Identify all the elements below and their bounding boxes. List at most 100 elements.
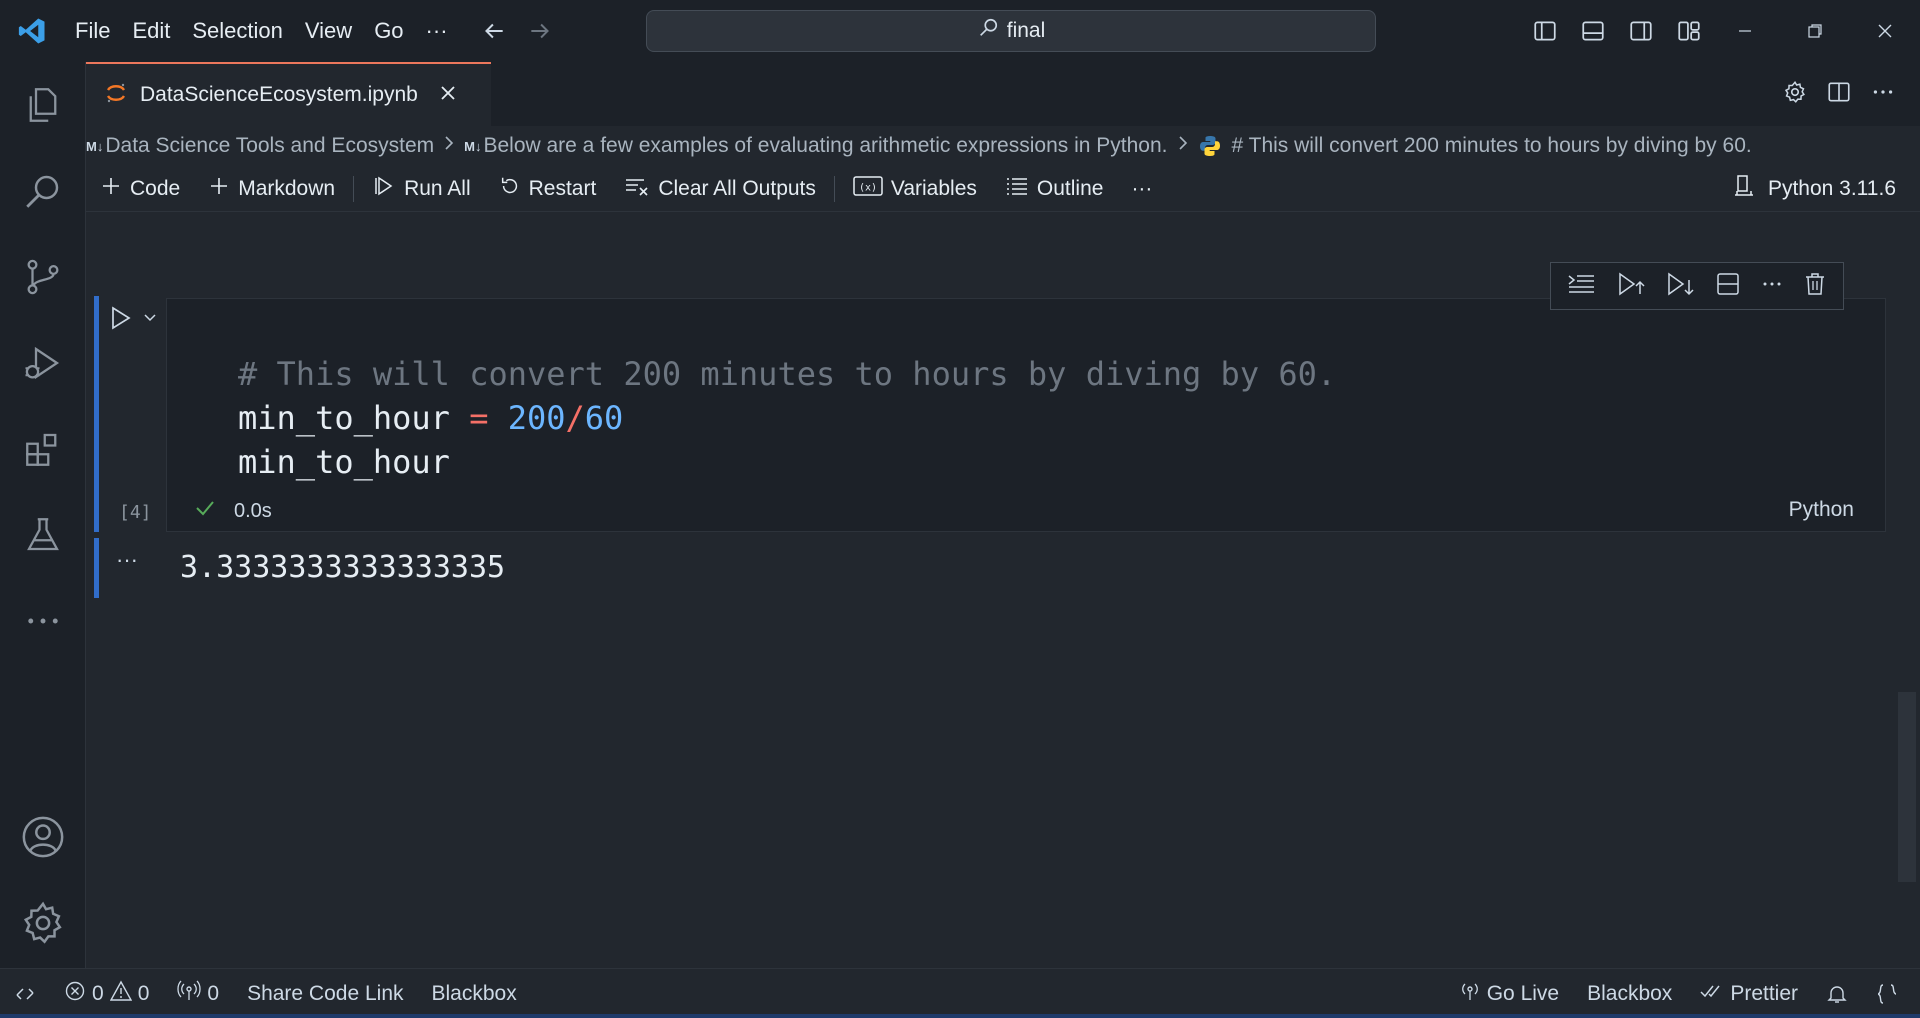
cell-language[interactable]: Python [1789, 498, 1854, 522]
clear-all-icon [624, 175, 650, 203]
code-operator-assign: = [449, 399, 508, 437]
menu-go[interactable]: Go [363, 0, 414, 62]
execute-above-icon[interactable] [1567, 271, 1597, 302]
variables-label: Variables [890, 176, 977, 200]
run-cell-play-icon[interactable] [108, 304, 134, 337]
add-markdown-label: Markdown [238, 176, 336, 200]
chevron-right-icon [1176, 134, 1190, 158]
chevron-down-icon[interactable] [142, 310, 158, 331]
restart-icon [499, 175, 521, 203]
search-icon [977, 17, 999, 45]
toggle-panel-icon[interactable] [1576, 14, 1610, 48]
json-braces-icon[interactable] [1862, 969, 1912, 1018]
restart-button[interactable]: Restart [485, 166, 611, 212]
extensions-icon[interactable] [18, 424, 68, 474]
accounts-icon[interactable] [18, 812, 68, 862]
add-code-cell-button[interactable]: Code [86, 166, 194, 212]
breadcrumb-item-1[interactable]: Data Science Tools and Ecosystem [105, 134, 434, 158]
kernel-picker[interactable]: Python 3.11.6 [1732, 166, 1896, 212]
run-all-icon [372, 174, 396, 204]
breadcrumb: M↓ Data Science Tools and Ecosystem M↓ B… [86, 126, 1920, 166]
restore-icon[interactable] [1780, 0, 1850, 62]
execute-cell-and-above-icon[interactable] [1616, 270, 1646, 303]
taskbar-edge [0, 1014, 1920, 1018]
manage-gear-icon[interactable] [18, 898, 68, 948]
blackbox-left-button[interactable]: Blackbox [418, 969, 531, 1018]
warning-icon [109, 980, 132, 1008]
toggle-primary-sidebar-icon[interactable] [1528, 14, 1562, 48]
close-tab-icon[interactable] [438, 83, 458, 108]
delete-cell-trash-icon[interactable] [1803, 271, 1827, 302]
outline-label: Outline [1036, 176, 1104, 200]
toolbar-more-button[interactable]: ··· [1117, 166, 1166, 212]
add-markdown-cell-button[interactable]: Markdown [194, 166, 349, 212]
command-center-search[interactable]: final [646, 10, 1376, 52]
code-operator-divide: / [565, 399, 585, 437]
variables-button[interactable]: (x) Variables [839, 166, 991, 212]
problems-indicator[interactable]: 0 0 [50, 969, 163, 1018]
vertical-scrollbar[interactable] [1898, 692, 1916, 882]
markdown-icon: M↓ [464, 138, 482, 154]
outline-button[interactable]: Outline [991, 166, 1118, 212]
editor-more-actions-icon[interactable] [1870, 79, 1896, 110]
forward-arrow-icon[interactable] [517, 0, 563, 62]
cell-more-actions-icon[interactable] [1760, 272, 1784, 301]
ports-count: 0 [207, 981, 220, 1005]
menu-selection[interactable]: Selection [181, 0, 294, 62]
more-views-icon[interactable] [18, 596, 68, 646]
editor-tab-bar: DataScienceEcosystem.ipynb [86, 62, 1920, 126]
search-view-icon[interactable] [18, 166, 68, 216]
vscode-logo-icon [0, 0, 64, 62]
execution-status: 0.0s [194, 497, 272, 525]
testing-flask-icon[interactable] [18, 510, 68, 560]
code-number-200: 200 [507, 399, 566, 437]
code-variable: min_to_hour [238, 399, 450, 437]
execution-count: [4] [119, 502, 152, 523]
code-editor[interactable]: # This will convert 200 minutes to hours… [238, 352, 1336, 484]
output-more-actions[interactable]: ··· [116, 547, 138, 573]
search-text: final [1006, 19, 1046, 42]
customize-layout-icon[interactable] [1672, 14, 1706, 48]
menu-view[interactable]: View [294, 0, 363, 62]
explorer-icon[interactable] [18, 80, 68, 130]
breadcrumb-item-2[interactable]: Below are a few examples of evaluating a… [483, 134, 1167, 158]
go-live-label: Go Live [1486, 982, 1560, 1005]
outline-icon [1005, 175, 1029, 203]
tab-datascienceecosystem[interactable]: DataScienceEcosystem.ipynb [86, 62, 491, 126]
notebook-toolbar: Code Markdown Run All Restart Clear All … [86, 166, 1920, 212]
menu-file[interactable]: File [64, 0, 121, 62]
run-debug-icon[interactable] [18, 338, 68, 388]
check-icon [194, 497, 216, 525]
status-bar: 0 0 0 Share Code Link Blackbox Go Live B… [0, 968, 1920, 1018]
more-label: ··· [1131, 176, 1153, 200]
blackbox-right-button[interactable]: Blackbox [1573, 969, 1686, 1018]
toggle-secondary-sidebar-icon[interactable] [1624, 14, 1658, 48]
back-arrow-icon[interactable] [471, 0, 517, 62]
ports-indicator[interactable]: 0 [163, 969, 233, 1018]
minimize-icon[interactable] [1710, 0, 1780, 62]
split-cell-icon[interactable] [1715, 271, 1741, 302]
breadcrumb-item-3[interactable]: # This will convert 200 minutes to hours… [1232, 134, 1752, 158]
notebook-settings-gear-icon[interactable] [1782, 79, 1808, 110]
broadcast-icon [177, 980, 202, 1008]
prettier-label: Prettier [1730, 982, 1798, 1005]
plus-icon [100, 175, 122, 203]
split-editor-icon[interactable] [1826, 79, 1852, 110]
go-live-button[interactable]: Go Live [1445, 969, 1573, 1018]
run-all-button[interactable]: Run All [358, 166, 485, 212]
clear-all-outputs-button[interactable]: Clear All Outputs [610, 166, 830, 212]
share-code-link-button[interactable]: Share Code Link [233, 969, 417, 1018]
notifications-bell-icon[interactable] [1812, 969, 1862, 1018]
run-all-label: Run All [404, 176, 471, 200]
source-control-icon[interactable] [18, 252, 68, 302]
menu-edit[interactable]: Edit [121, 0, 181, 62]
remote-indicator-icon[interactable] [0, 969, 50, 1018]
status-bar-right: Go Live Blackbox Prettier [1445, 969, 1912, 1018]
prettier-button[interactable]: Prettier [1686, 969, 1812, 1018]
activity-bar [0, 62, 86, 968]
double-check-icon [1700, 981, 1724, 1007]
execute-cell-and-below-icon[interactable] [1665, 270, 1695, 303]
close-window-icon[interactable] [1850, 0, 1920, 62]
menu-more[interactable]: ··· [415, 0, 459, 62]
plus-icon [208, 175, 230, 203]
